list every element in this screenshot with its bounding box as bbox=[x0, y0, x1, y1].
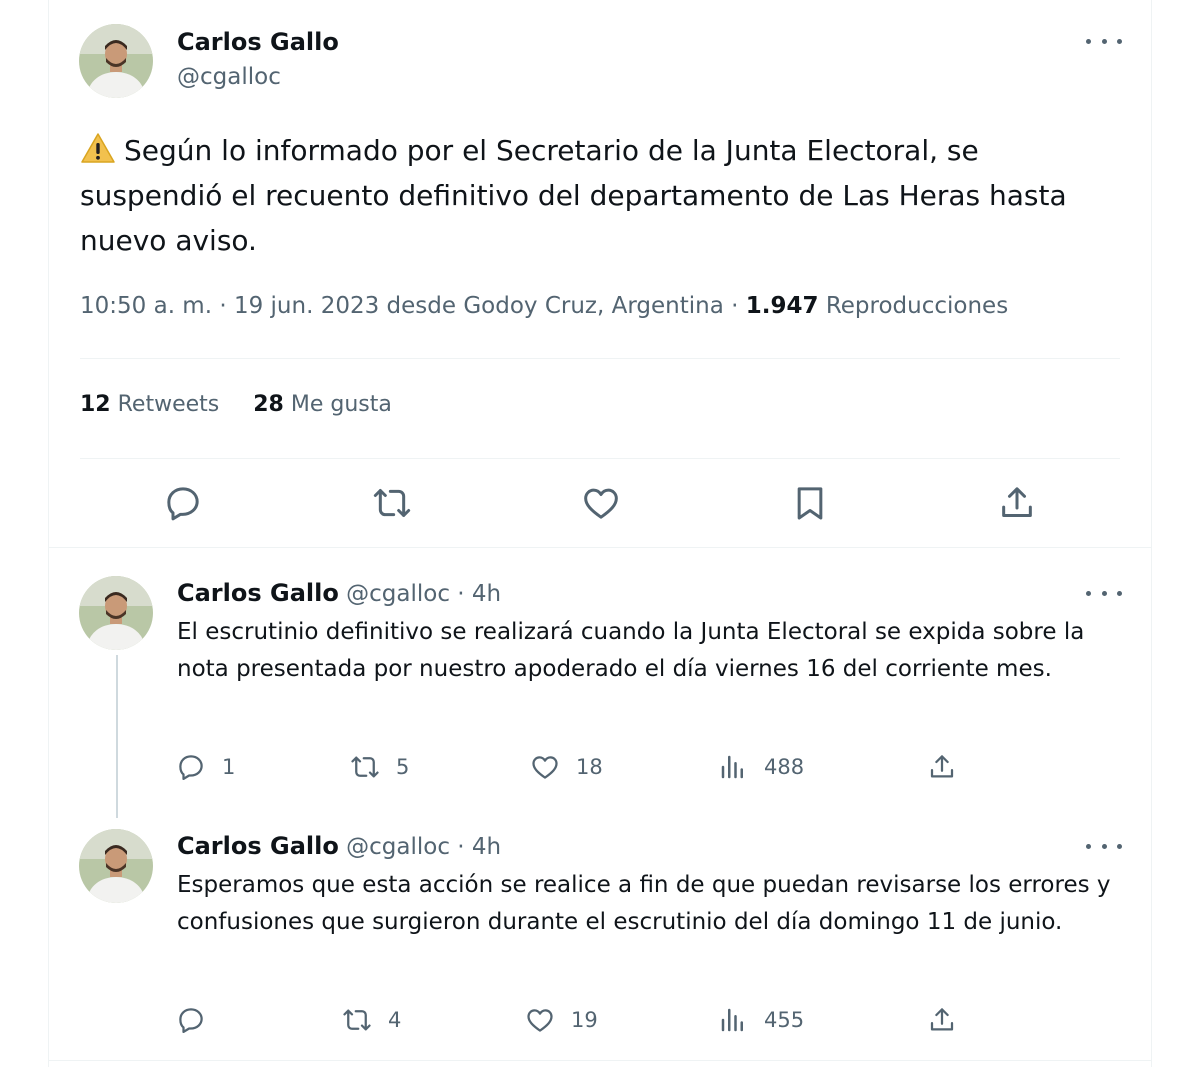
retweet-count: 4 bbox=[388, 1008, 402, 1032]
views-icon bbox=[721, 755, 743, 779]
tweet-text-container: Según lo informado por el Secretario de … bbox=[80, 128, 1110, 263]
like-count: 19 bbox=[571, 1008, 598, 1032]
bookmark-icon[interactable] bbox=[790, 483, 830, 523]
views-button[interactable]: 455 bbox=[718, 1005, 804, 1035]
avatar-photo bbox=[79, 829, 153, 903]
reply-icon bbox=[179, 755, 203, 780]
avatar[interactable] bbox=[79, 829, 153, 903]
views-button[interactable]: 488 bbox=[718, 752, 804, 782]
avatar-photo bbox=[79, 576, 153, 650]
retweet-icon bbox=[343, 1009, 371, 1031]
like-button[interactable]: 19 bbox=[525, 1005, 598, 1035]
reply-button[interactable] bbox=[176, 1005, 222, 1035]
retweets-label: Retweets bbox=[110, 392, 220, 417]
heart-icon bbox=[527, 1009, 553, 1032]
thread-connector-line bbox=[116, 655, 118, 818]
tweet-text: Según lo informado por el Secretario de … bbox=[80, 134, 1067, 257]
more-icon[interactable] bbox=[1086, 31, 1122, 51]
warning-icon bbox=[81, 133, 115, 163]
heart-icon bbox=[532, 756, 558, 779]
reply-header: Carlos Gallo @cgalloc · 4h bbox=[177, 579, 501, 607]
avatar[interactable] bbox=[79, 24, 153, 98]
reply-author-handle[interactable]: @cgalloc · 4h bbox=[346, 834, 501, 860]
retweet-button[interactable]: 4 bbox=[342, 1005, 401, 1035]
like-button[interactable]: 18 bbox=[530, 752, 603, 782]
retweets-stat[interactable]: 12 Retweets bbox=[80, 392, 219, 417]
share-icon bbox=[930, 755, 954, 778]
share-icon[interactable] bbox=[997, 483, 1037, 523]
reply-text: Esperamos que esta acción se realice a f… bbox=[177, 872, 1111, 935]
retweet-button[interactable]: 5 bbox=[350, 752, 409, 782]
more-icon[interactable] bbox=[1086, 583, 1122, 603]
views-icon bbox=[721, 1008, 743, 1032]
views-count: 455 bbox=[764, 1008, 805, 1032]
views-count: 488 bbox=[764, 755, 805, 779]
views-label: Reproducciones bbox=[818, 293, 1009, 319]
share-button[interactable] bbox=[927, 1005, 973, 1035]
retweets-count: 12 bbox=[80, 392, 111, 417]
reply-header: Carlos Gallo @cgalloc · 4h bbox=[177, 832, 501, 860]
share-button[interactable] bbox=[927, 752, 973, 782]
heart-icon[interactable] bbox=[581, 483, 621, 523]
author-name[interactable]: Carlos Gallo bbox=[177, 28, 339, 56]
more-icon[interactable] bbox=[1086, 836, 1122, 856]
reply-author-name[interactable]: Carlos Gallo bbox=[177, 579, 339, 607]
retweet-count: 5 bbox=[396, 755, 410, 779]
share-icon bbox=[930, 1008, 954, 1031]
divider bbox=[80, 358, 1120, 359]
reply-text: El escrutinio definitivo se realizará cu… bbox=[177, 619, 1085, 682]
likes-stat[interactable]: 28 Me gusta bbox=[253, 392, 392, 417]
views-count: 1.947 bbox=[745, 293, 819, 319]
likes-count: 28 bbox=[253, 392, 284, 417]
reply-icon[interactable] bbox=[163, 483, 203, 523]
like-count: 18 bbox=[576, 755, 603, 779]
retweet-icon bbox=[351, 756, 379, 778]
divider bbox=[48, 1060, 1152, 1061]
reply-count: 1 bbox=[222, 755, 236, 779]
reply-author-handle[interactable]: @cgalloc · 4h bbox=[346, 581, 501, 607]
tweet-meta: 10:50 a. m. · 19 jun. 2023 desde Godoy C… bbox=[80, 293, 1008, 319]
reply-icon bbox=[179, 1008, 203, 1033]
likes-label: Me gusta bbox=[283, 392, 392, 417]
tweet-timestamp[interactable]: 10:50 a. m. · 19 jun. 2023 desde Godoy C… bbox=[80, 293, 746, 319]
avatar-photo bbox=[79, 24, 153, 98]
engagement-stats: 12 Retweets 28 Me gusta bbox=[80, 392, 392, 417]
divider bbox=[80, 458, 1120, 459]
divider bbox=[48, 547, 1152, 548]
retweet-icon[interactable] bbox=[372, 483, 412, 523]
reply-author-name[interactable]: Carlos Gallo bbox=[177, 832, 339, 860]
avatar[interactable] bbox=[79, 576, 153, 650]
reply-button[interactable]: 1 bbox=[176, 752, 235, 782]
author-handle[interactable]: @cgalloc bbox=[177, 64, 281, 90]
